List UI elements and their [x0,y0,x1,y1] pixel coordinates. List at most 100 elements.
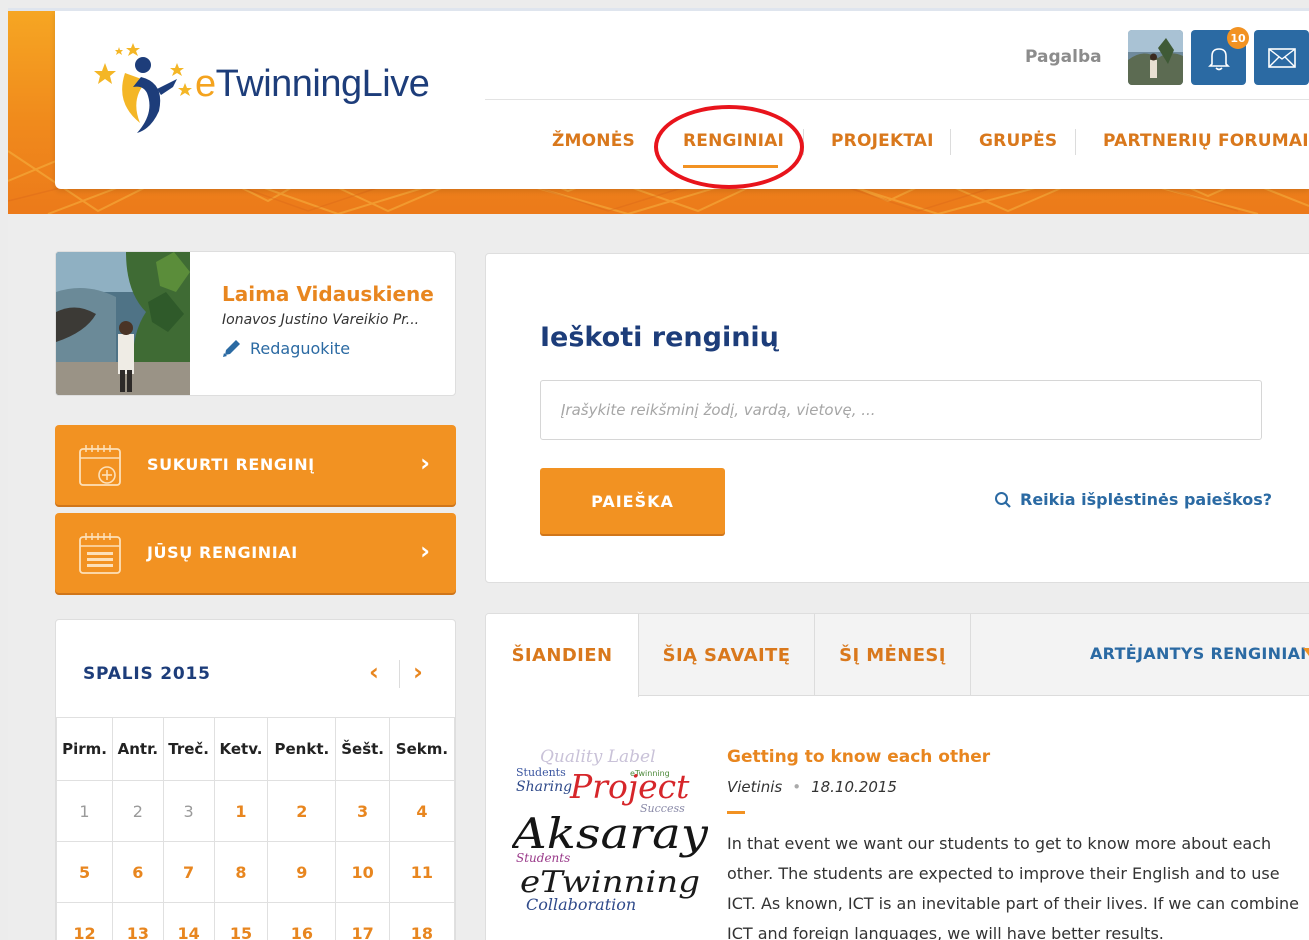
event-search-panel: Ieškoti renginių PAIEŠKA Reikia išplėsti… [485,253,1309,583]
bell-icon [1207,47,1230,70]
calendar-next-button[interactable]: › [413,658,423,686]
avatar-photo [1128,30,1183,85]
calendar-list-icon [79,533,121,574]
envelope-icon [1267,47,1296,68]
weekday-label: Ketv. [213,717,269,781]
calendar-day[interactable]: 6 [112,841,164,903]
profile-name[interactable]: Laima Vidauskiene [222,282,434,306]
word-cloud-word: Collaboration [526,895,636,914]
nav-projects[interactable]: PROJEKTAI [831,131,934,155]
events-tab-bar: ŠIANDIEN ŠIĄ SAVAITĘ ŠĮ MĖNESĮ ARTĖJANTY… [486,614,1309,697]
edit-profile-label: Redaguokite [250,338,351,358]
calendar-day[interactable]: 14 [162,902,215,940]
calendar-day[interactable]: 12 [56,902,114,940]
calendar-week-row: 5 6 7 8 9 10 11 [56,841,455,903]
calendar-day[interactable]: 7 [162,841,215,903]
nav-people[interactable]: ŽMONĖS [552,131,635,155]
event-image[interactable]: Quality Label Students eTwinning Sharing… [512,736,708,926]
calendar-prev-button[interactable]: ‹ [369,658,379,686]
tab-this-week[interactable]: ŠIĄ SAVAITĘ [639,614,815,696]
event-type: Vietinis [727,778,783,796]
nav-separator [1075,129,1076,155]
event-title[interactable]: Getting to know each other [727,747,990,767]
search-title: Ieškoti renginių [540,322,779,353]
create-event-button[interactable]: SUKURTI RENGINĮ › [55,425,456,505]
upcoming-events-dropdown[interactable]: ARTĖJANTYS RENGINIAI [1090,644,1307,663]
word-cloud-word: Students [516,851,570,865]
calendar-grid: Pirm. Antr. Treč. Ketv. Penkt. Šešt. Sek… [56,717,455,940]
events-panel: ŠIANDIEN ŠIĄ SAVAITĘ ŠĮ MĖNESĮ ARTĖJANTY… [485,613,1309,940]
advanced-search-link[interactable]: Reikia išplėstinės paieškos? [994,490,1272,509]
calendar-day-other-month[interactable]: 1 [56,780,114,842]
your-events-button[interactable]: JŪSŲ RENGINIAI › [55,513,456,593]
header-divider [485,99,1309,100]
event-meta: Vietinis • 18.10.2015 [727,778,897,796]
calendar-day[interactable]: 16 [267,902,337,940]
word-cloud-word: Sharing [516,779,572,795]
calendar-days: 1 2 3 1 2 3 4 5 6 7 8 9 10 11 12 13 14 15 16 17 18 [56,780,455,940]
app-frame: eTwinningLive Pagalba 10 ŽMONĖS RENGINIA… [8,8,1309,940]
word-cloud-word: Quality Label [540,747,656,767]
search-icon [995,491,1011,508]
event-date: 18.10.2015 [811,778,897,796]
calendar-day-other-month[interactable]: 2 [112,780,164,842]
calendar-day[interactable]: 11 [388,841,455,903]
your-events-label: JŪSŲ RENGINIAI [147,543,298,562]
weekday-label: Šešt. [335,717,390,781]
profile-photo[interactable] [56,252,190,395]
word-cloud-word: Project [569,767,690,806]
calendar-widget: SPALIS 2015 ‹ › Pirm. Antr. Treč. Ketv. … [55,619,456,940]
messages-button[interactable] [1254,30,1309,85]
search-input[interactable] [540,380,1262,440]
meta-separator: • [792,778,802,796]
calendar-day[interactable]: 18 [388,902,455,940]
nav-partner-forums[interactable]: PARTNERIŲ FORUMAI [1103,131,1309,155]
calendar-day[interactable]: 15 [213,902,269,940]
weekday-label: Antr. [112,717,164,781]
calendar-day[interactable]: 2 [267,780,337,842]
calendar-week-row: 1231234 [56,780,455,842]
nav-groups[interactable]: GRUPĖS [979,131,1057,155]
chevron-right-icon: › [420,537,430,565]
calendar-weekday-row: Pirm. Antr. Treč. Ketv. Penkt. Šešt. Sek… [56,717,455,781]
calendar-day[interactable]: 1 [213,780,269,842]
nav-separator [950,129,951,155]
calendar-nav-divider [399,660,400,688]
tab-today[interactable]: ŠIANDIEN [486,614,639,697]
calendar-day[interactable]: 3 [335,780,390,842]
search-button[interactable]: PAIEŠKA [540,468,725,534]
create-event-label: SUKURTI RENGINĮ [147,455,315,474]
calendar-day[interactable]: 4 [388,780,455,842]
calendar-month-title: SPALIS 2015 [83,664,211,684]
edit-profile-link[interactable]: Redaguokite [222,338,350,358]
pencil-icon [223,340,240,357]
calendar-day-other-month[interactable]: 3 [162,780,215,842]
calendar-day[interactable]: 17 [335,902,390,940]
calendar-day[interactable]: 5 [56,841,114,903]
logo-wordmark: eTwinningLive [195,63,430,105]
weekday-label: Treč. [162,717,215,781]
weekday-label: Pirm. [56,717,114,781]
header-bar: eTwinningLive Pagalba 10 ŽMONĖS RENGINIA… [55,11,1309,189]
calendar-day[interactable]: 9 [267,841,337,903]
caret-down-icon [1303,648,1309,656]
chevron-right-icon: › [420,449,430,477]
calendar-add-icon [79,445,121,486]
calendar-day[interactable]: 13 [112,902,164,940]
event-accent-rule [727,811,745,814]
calendar-week-row: 12 13 14 15 16 17 18 [56,902,455,940]
weekday-label: Sekm. [388,717,455,781]
advanced-search-label: Reikia išplėstinės paieškos? [1020,490,1273,509]
help-link[interactable]: Pagalba [1025,47,1102,67]
highlight-circle [654,105,804,189]
profile-school: Ionavos Justino Vareikio Pr... [222,312,420,328]
weekday-label: Penkt. [267,717,337,781]
notification-count-badge: 10 [1227,27,1249,49]
user-avatar[interactable] [1128,30,1183,85]
word-cloud-word: Students [516,766,566,779]
event-description: In that event we want our students to ge… [727,834,1300,940]
calendar-day[interactable]: 8 [213,841,269,903]
tab-this-month[interactable]: ŠĮ MĖNESĮ [815,614,971,696]
calendar-day[interactable]: 10 [335,841,390,903]
profile-card: Laima Vidauskiene Ionavos Justino Vareik… [55,251,456,396]
